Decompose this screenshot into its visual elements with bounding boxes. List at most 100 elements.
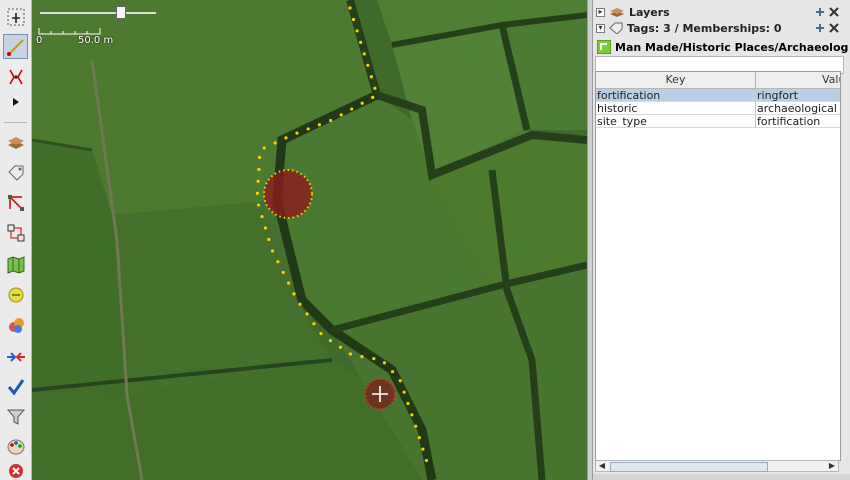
- way-node[interactable]: [359, 40, 363, 44]
- merge-icon: [6, 351, 25, 362]
- way-node[interactable]: [276, 260, 280, 264]
- way-node[interactable]: [256, 179, 260, 183]
- way-node[interactable]: [398, 379, 402, 383]
- tag-key-cell[interactable]: site_type: [596, 115, 756, 128]
- map-style-button[interactable]: [3, 434, 28, 459]
- way-node[interactable]: [406, 401, 410, 406]
- way-node[interactable]: [362, 52, 366, 56]
- way-node[interactable]: [371, 95, 375, 99]
- tag-table-header: Key Valu: [596, 72, 840, 89]
- style-icon: [7, 439, 24, 454]
- way-node[interactable]: [306, 127, 310, 131]
- tags-icon: [7, 165, 23, 181]
- toolbar-expand-button[interactable]: [3, 92, 28, 112]
- layers-panel-header[interactable]: ▸ Layers: [593, 4, 840, 20]
- toggle-relations-button[interactable]: [3, 220, 28, 245]
- way-node[interactable]: [286, 281, 291, 285]
- validator-button[interactable]: [3, 374, 28, 399]
- tag-value-cell[interactable]: ringfort: [756, 89, 840, 102]
- close-button[interactable]: [3, 462, 28, 480]
- way-node[interactable]: [351, 17, 356, 22]
- merge-button[interactable]: [3, 344, 28, 369]
- way-node[interactable]: [284, 136, 288, 140]
- tag-key-cell[interactable]: fortification: [596, 89, 756, 102]
- toggle-tags-button[interactable]: [3, 160, 28, 185]
- way-node[interactable]: [350, 107, 354, 111]
- way-node[interactable]: [260, 214, 264, 219]
- way-node[interactable]: [355, 29, 359, 33]
- preset-label[interactable]: Man Made/Historic Places/Archaeolog: [595, 38, 850, 56]
- column-key-header[interactable]: Key: [596, 72, 756, 88]
- way-node[interactable]: [402, 390, 406, 394]
- table-row[interactable]: historic archaeological_s: [596, 102, 840, 115]
- way-node[interactable]: [270, 249, 275, 253]
- way-node[interactable]: [348, 6, 352, 10]
- way-node[interactable]: [312, 322, 316, 326]
- tag-key-cell[interactable]: historic: [596, 102, 756, 115]
- tag-value-cell[interactable]: fortification: [756, 115, 840, 128]
- way-node[interactable]: [292, 292, 296, 296]
- layers-expand-icon[interactable]: ▸: [596, 7, 605, 17]
- horizontal-scrollbar[interactable]: ◀ ▶: [595, 460, 839, 472]
- scroll-left-icon[interactable]: ◀: [596, 461, 608, 471]
- way-node[interactable]: [414, 424, 418, 428]
- way-node[interactable]: [257, 155, 262, 159]
- column-value-header[interactable]: Valu: [756, 72, 840, 88]
- way-node[interactable]: [257, 167, 261, 171]
- way-node[interactable]: [328, 339, 333, 343]
- way-node[interactable]: [390, 370, 395, 374]
- close-icon[interactable]: [829, 7, 839, 17]
- way-node[interactable]: [273, 141, 277, 145]
- way-node[interactable]: [267, 237, 271, 242]
- way-node[interactable]: [298, 302, 302, 306]
- tags-expand-icon[interactable]: ▾: [596, 23, 605, 33]
- way-node[interactable]: [369, 75, 373, 79]
- layers-panel-title: Layers: [629, 5, 670, 19]
- scrollbar-thumb[interactable]: [610, 462, 768, 472]
- scroll-right-icon[interactable]: ▶: [826, 461, 838, 471]
- dock-icon[interactable]: [815, 23, 825, 33]
- zoom-slider[interactable]: [40, 6, 156, 20]
- way-node[interactable]: [421, 447, 425, 451]
- tags-panel-header[interactable]: ▾ Tags: 3 / Memberships: 0: [593, 20, 840, 36]
- way-node[interactable]: [339, 113, 343, 117]
- toggle-layers-button[interactable]: [3, 130, 28, 155]
- way-node[interactable]: [382, 361, 387, 365]
- expand-arrow-icon: [12, 98, 19, 106]
- tag-value-cell[interactable]: archaeological_s: [756, 102, 840, 115]
- way-node[interactable]: [255, 191, 260, 195]
- way-node[interactable]: [360, 355, 364, 359]
- way-node[interactable]: [360, 101, 364, 105]
- way-node[interactable]: [348, 352, 353, 356]
- way-node[interactable]: [366, 63, 370, 67]
- way-node[interactable]: [372, 357, 376, 361]
- way-node[interactable]: [329, 118, 333, 123]
- way-node[interactable]: [263, 226, 268, 230]
- table-row[interactable]: fortification ringfort: [596, 89, 840, 102]
- select-tool-button[interactable]: [3, 4, 28, 29]
- toggle-conflicts-button[interactable]: [3, 312, 28, 337]
- way-node[interactable]: [295, 131, 299, 135]
- way-node[interactable]: [262, 146, 266, 150]
- filter-button[interactable]: [3, 404, 28, 429]
- way-node[interactable]: [373, 86, 377, 90]
- way-node[interactable]: [410, 413, 414, 417]
- way-node[interactable]: [319, 331, 323, 336]
- way-node[interactable]: [305, 312, 309, 316]
- toggle-map-button[interactable]: [3, 252, 28, 277]
- draw-way-tool-button[interactable]: [3, 34, 28, 59]
- way-node[interactable]: [424, 458, 429, 463]
- way-node[interactable]: [417, 436, 421, 440]
- way-node[interactable]: [317, 123, 322, 127]
- way-node[interactable]: [281, 270, 285, 275]
- way-node[interactable]: [338, 345, 343, 349]
- toggle-selection-button[interactable]: [3, 190, 28, 215]
- zoom-slider-thumb[interactable]: [116, 6, 126, 19]
- toggle-commands-button[interactable]: [3, 282, 28, 307]
- close-icon[interactable]: [829, 23, 839, 33]
- table-row[interactable]: site_type fortification: [596, 115, 840, 128]
- split-tool-button[interactable]: [3, 64, 28, 89]
- way-node[interactable]: [256, 203, 261, 207]
- map-view[interactable]: 0 50.0 m: [32, 0, 587, 480]
- dock-icon[interactable]: [815, 7, 825, 17]
